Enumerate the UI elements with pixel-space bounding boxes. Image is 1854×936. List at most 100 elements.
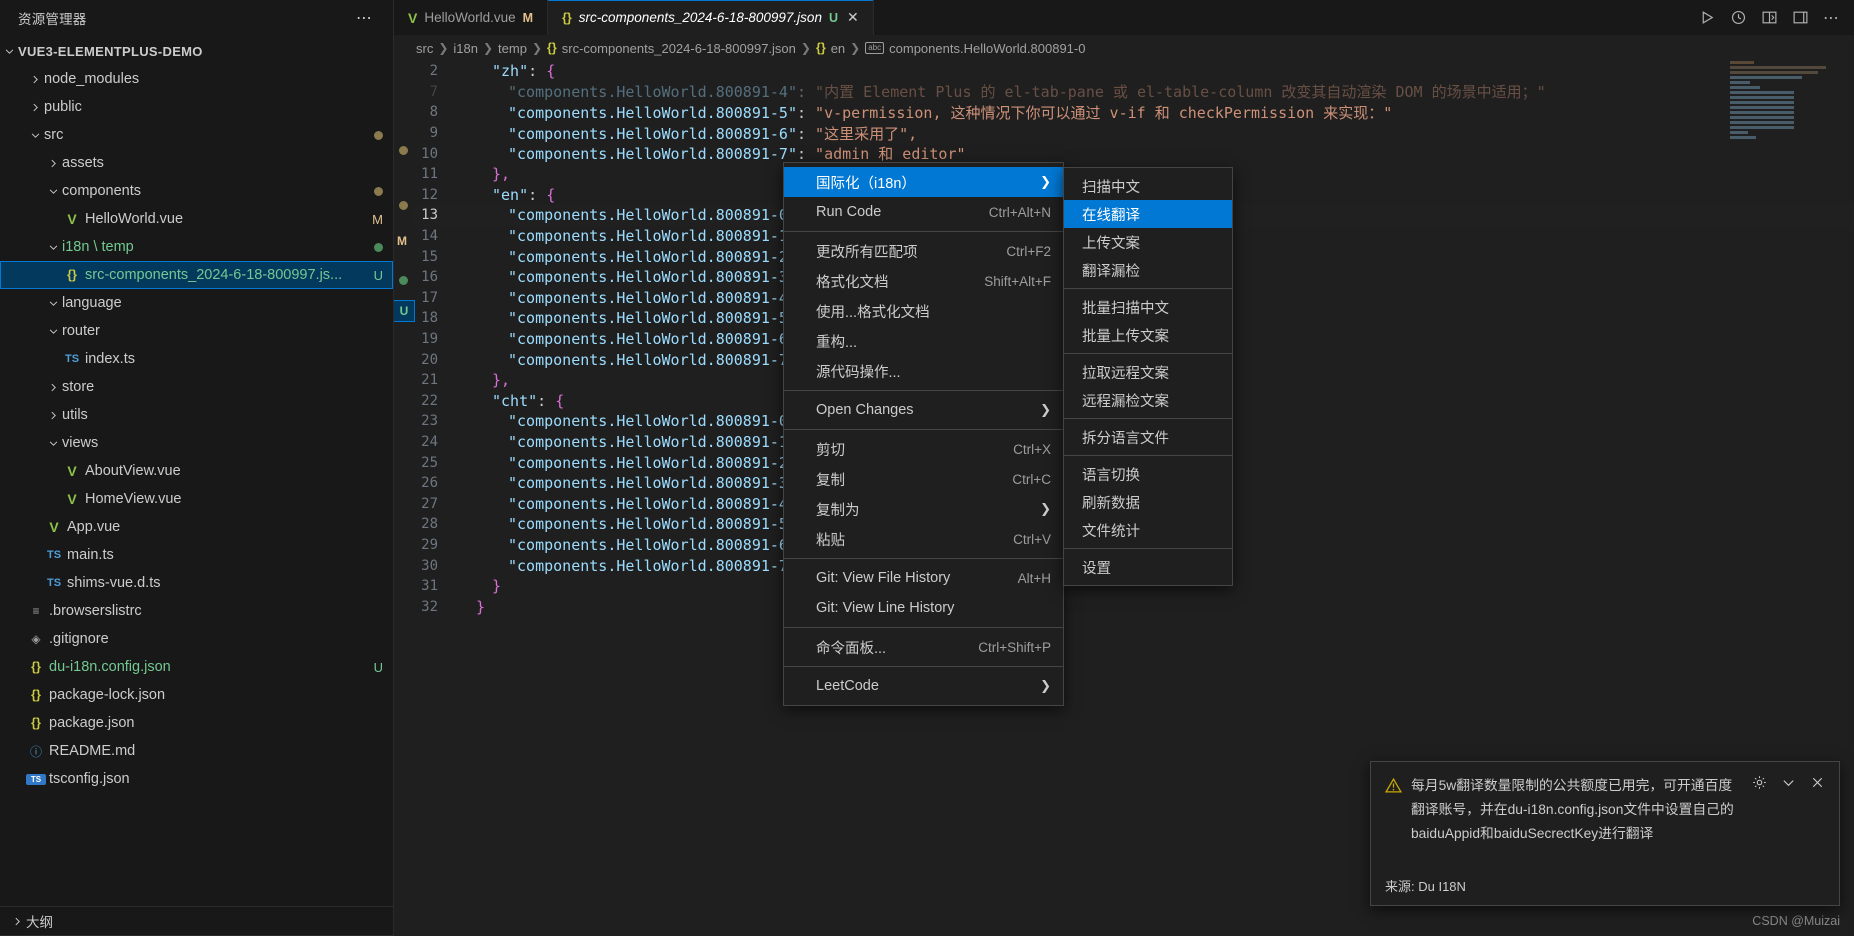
editor-area: V HelloWorld.vue M {} src-components_2024-6-… <box>394 0 1854 936</box>
chevron-down-icon[interactable] <box>44 296 62 310</box>
chevron-right-icon[interactable] <box>44 380 62 394</box>
layout-icon[interactable] <box>1792 9 1809 26</box>
outline-panel-header[interactable]: 大纲 <box>0 906 393 936</box>
editor-tab-active[interactable]: {} src-components_2024-6-18-800997.json U ✕ <box>548 0 874 35</box>
code-line-8[interactable]: 8 "components.HelloWorld.800891-5": "v-pe… <box>414 102 1854 123</box>
tree-item-src-components-2024-6-18-800997-js[interactable]: {} src-components_2024-6-18-800997.js... U <box>0 261 393 289</box>
menu-item-open-changes[interactable]: Open Changes ❯ <box>784 395 1063 425</box>
breadcrumb-item-0[interactable]: src <box>416 41 433 56</box>
tree-item-label: store <box>62 379 95 395</box>
submenu-item-扫描中文[interactable]: 扫描中文 <box>1064 172 1232 200</box>
submenu-item-文件统计[interactable]: 文件统计 <box>1064 516 1232 544</box>
chevron-down-icon[interactable] <box>44 184 62 198</box>
menu-item-复制[interactable]: 复制 Ctrl+C <box>784 464 1063 494</box>
menu-item-leetcode[interactable]: LeetCode ❯ <box>784 671 1063 701</box>
tree-item-public[interactable]: public <box>0 93 393 121</box>
menu-item-git-view-line-history[interactable]: Git: View Line History <box>784 593 1063 623</box>
menu-item-使用-格式化文档[interactable]: 使用...格式化文档 <box>784 296 1063 326</box>
chevron-right-icon[interactable] <box>26 72 44 86</box>
chevron-right-icon[interactable] <box>26 100 44 114</box>
tree-item-package-json[interactable]: {} package.json <box>0 709 393 737</box>
editor-tab-0[interactable]: V HelloWorld.vue M <box>394 0 549 35</box>
menu-item-run-code[interactable]: Run Code Ctrl+Alt+N <box>784 197 1063 227</box>
submenu-item-远程漏检文案[interactable]: 远程漏检文案 <box>1064 386 1232 414</box>
tree-item-index-ts[interactable]: TS index.ts <box>0 345 393 373</box>
tree-item-helloworld-vue[interactable]: V HelloWorld.vue M <box>0 205 393 233</box>
tree-item-i18n-temp[interactable]: i18n \ temp <box>0 233 393 261</box>
code-line-10[interactable]: 10 "components.HelloWorld.800891-7": "adm… <box>414 143 1854 164</box>
chevron-right-icon[interactable] <box>44 408 62 422</box>
menu-item-国际化-i18n-[interactable]: 国际化（i18n） ❯ <box>784 167 1063 197</box>
tree-item-app-vue[interactable]: V App.vue <box>0 513 393 541</box>
submenu-item-拉取远程文案[interactable]: 拉取远程文案 <box>1064 358 1232 386</box>
tree-item-assets[interactable]: assets <box>0 149 393 177</box>
menu-item-复制为[interactable]: 复制为 ❯ <box>784 494 1063 524</box>
tree-item-store[interactable]: store <box>0 373 393 401</box>
chevron-down-icon[interactable] <box>44 436 62 450</box>
notification-toast[interactable]: 每月5w翻译数量限制的公共额度已用完，可开通百度翻译账号，并在du-i18n.c… <box>1370 761 1840 906</box>
tree-item-shims-vue-d-ts[interactable]: TS shims-vue.d.ts <box>0 569 393 597</box>
menu-item-命令面板-[interactable]: 命令面板... Ctrl+Shift+P <box>784 632 1063 662</box>
menu-item-更改所有匹配项[interactable]: 更改所有匹配项 Ctrl+F2 <box>784 236 1063 266</box>
ellipsis-icon[interactable]: ⋯ <box>350 8 379 28</box>
tree-item-package-lock-json[interactable]: {} package-lock.json <box>0 681 393 709</box>
tree-item-main-ts[interactable]: TS main.ts <box>0 541 393 569</box>
submenu-item-拆分语言文件[interactable]: 拆分语言文件 <box>1064 423 1232 451</box>
history-icon[interactable] <box>1730 9 1747 26</box>
gear-icon[interactable] <box>1752 775 1767 795</box>
minimap[interactable] <box>1730 61 1840 181</box>
breadcrumb-item-3[interactable]: {} src-components_2024-6-18-800997.json <box>547 41 796 56</box>
chevron-right-icon[interactable] <box>44 156 62 170</box>
tree-item-readme-md[interactable]: ⓘ README.md <box>0 737 393 765</box>
menu-item-重构-[interactable]: 重构... <box>784 326 1063 356</box>
code-line-7[interactable]: 7 "components.HelloWorld.800891-4": "内置 E… <box>414 82 1854 103</box>
code-line-32[interactable]: 32} <box>414 596 1854 617</box>
chevron-down-icon[interactable] <box>44 324 62 338</box>
menu-item-格式化文档[interactable]: 格式化文档 Shift+Alt+F <box>784 266 1063 296</box>
code-line-2[interactable]: 2 "zh": { <box>414 61 1854 82</box>
tree-item-gitignore[interactable]: ◈ .gitignore <box>0 625 393 653</box>
submenu-item-刷新数据[interactable]: 刷新数据 <box>1064 488 1232 516</box>
breadcrumb-item-4[interactable]: {} en <box>816 41 845 56</box>
tree-root-row[interactable]: VUE3-ELEMENTPLUS-DEMO <box>0 37 393 65</box>
menu-item-源代码操作-[interactable]: 源代码操作... <box>784 356 1063 386</box>
submenu-item-语言切换[interactable]: 语言切换 <box>1064 460 1232 488</box>
menu-item-粘贴[interactable]: 粘贴 Ctrl+V <box>784 524 1063 554</box>
submenu-item-批量扫描中文[interactable]: 批量扫描中文 <box>1064 293 1232 321</box>
editor-context-menu[interactable]: 国际化（i18n） ❯ Run Code Ctrl+Alt+N 更改所有匹配项 Ctrl+… <box>783 162 1064 706</box>
submenu-item-label: 远程漏检文案 <box>1082 393 1169 410</box>
close-icon[interactable] <box>1810 775 1825 795</box>
tree-item-node-modules[interactable]: node_modules <box>0 65 393 93</box>
submenu-item-翻译漏检[interactable]: 翻译漏检 <box>1064 256 1232 284</box>
split-editor-icon[interactable] <box>1761 9 1778 26</box>
menu-item-剪切[interactable]: 剪切 Ctrl+X <box>784 434 1063 464</box>
submenu-item-设置[interactable]: 设置 <box>1064 553 1232 581</box>
i18n-submenu[interactable]: 扫描中文 在线翻译 上传文案 翻译漏检批量扫描中文 批量上传文案 拉取远程文案远程漏检文案… <box>1063 167 1233 586</box>
tree-item-router[interactable]: router <box>0 317 393 345</box>
tree-item-browserslistrc[interactable]: ≡ .browserslistrc <box>0 597 393 625</box>
tree-item-homeview-vue[interactable]: V HomeView.vue <box>0 485 393 513</box>
tab-close-icon[interactable]: ✕ <box>847 9 859 26</box>
breadcrumb-item-1[interactable]: i18n <box>453 41 478 56</box>
submenu-item-上传文案[interactable]: 上传文案 <box>1064 228 1232 256</box>
tree-item-aboutview-vue[interactable]: V AboutView.vue <box>0 457 393 485</box>
tree-item-language[interactable]: language <box>0 289 393 317</box>
tree-item-views[interactable]: views <box>0 429 393 457</box>
chevron-down-icon[interactable] <box>26 128 44 142</box>
submenu-item-批量上传文案[interactable]: 批量上传文案 <box>1064 321 1232 349</box>
run-icon[interactable] <box>1699 9 1716 26</box>
editor-scrollbar[interactable] <box>1840 61 1854 936</box>
tree-item-du-i18n-config-json[interactable]: {} du-i18n.config.json U <box>0 653 393 681</box>
chevron-down-icon[interactable] <box>44 240 62 254</box>
code-line-9[interactable]: 9 "components.HelloWorld.800891-6": "这里采用… <box>414 123 1854 144</box>
breadcrumb-item-2[interactable]: temp <box>498 41 527 56</box>
more-actions-icon[interactable]: ⋯ <box>1823 8 1840 28</box>
tree-item-tsconfig-json[interactable]: TS tsconfig.json <box>0 765 393 793</box>
tree-item-utils[interactable]: utils <box>0 401 393 429</box>
tree-item-components[interactable]: components <box>0 177 393 205</box>
breadcrumb-item-5[interactable]: abc components.HelloWorld.800891-0 <box>865 41 1085 56</box>
menu-item-git-view-file-history[interactable]: Git: View File History Alt+H <box>784 563 1063 593</box>
tree-item-src[interactable]: src <box>0 121 393 149</box>
submenu-item-在线翻译[interactable]: 在线翻译 <box>1064 200 1232 228</box>
chevron-down-icon[interactable] <box>1781 775 1796 795</box>
